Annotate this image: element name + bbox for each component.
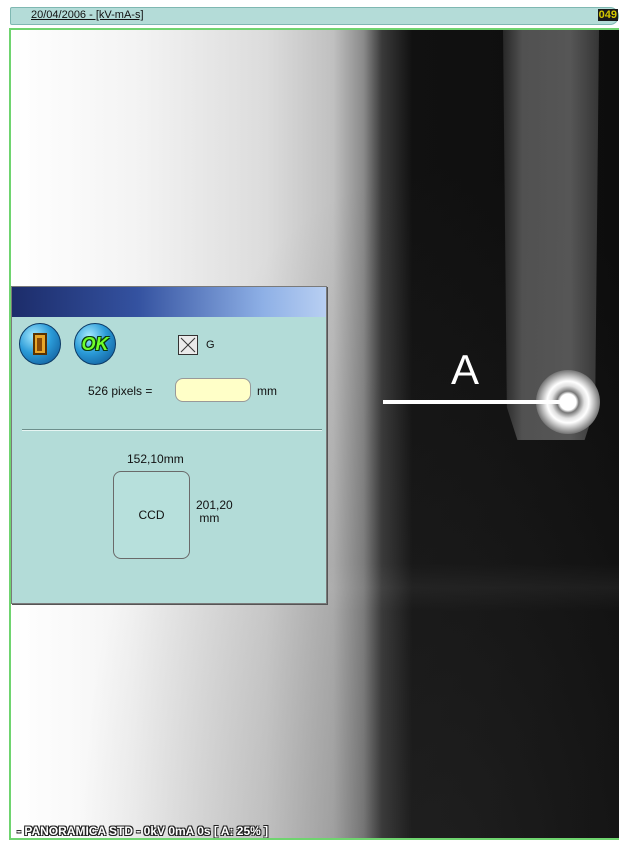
dialog-separator (22, 429, 322, 431)
g-checkbox-label: G (206, 339, 215, 351)
sensor-height-unit: mm (199, 511, 220, 525)
exit-button[interactable] (19, 323, 61, 365)
ok-icon: OK (81, 333, 109, 354)
mm-input[interactable] (175, 378, 251, 402)
marker-label-a: A (451, 346, 480, 393)
sensor-width-label: 152,10mm (127, 452, 184, 466)
measurement-line[interactable] (383, 400, 571, 404)
door-exit-icon (33, 333, 47, 355)
g-checkbox[interactable] (178, 335, 198, 355)
checkbox-cross-icon (180, 337, 196, 353)
ccd-sensor-box: CCD (113, 471, 190, 559)
date-exposure-info: 20/04/2006 - [kV-mA-s] (31, 9, 144, 21)
ccd-label: CCD (138, 508, 165, 522)
pixels-label: 526 pixels = (88, 384, 153, 398)
frame-number: 049 (597, 9, 618, 21)
mm-unit-label: mm (257, 384, 277, 398)
image-info-bar: 20/04/2006 - [kV-mA-s] 049 (10, 7, 619, 25)
sensor-height-value: 201,20 (196, 498, 233, 512)
sensor-height-label: 201,20 mm (196, 499, 233, 525)
calibration-dialog: OK G 526 pixels = mm 152,10mm CCD 201,20… (11, 286, 327, 604)
exposure-status-text: - PANORAMICA STD - 0kV 0mA 0s [ A: 25% ] (17, 824, 269, 838)
dialog-titlebar[interactable] (12, 287, 326, 317)
ok-button[interactable]: OK (74, 323, 116, 365)
